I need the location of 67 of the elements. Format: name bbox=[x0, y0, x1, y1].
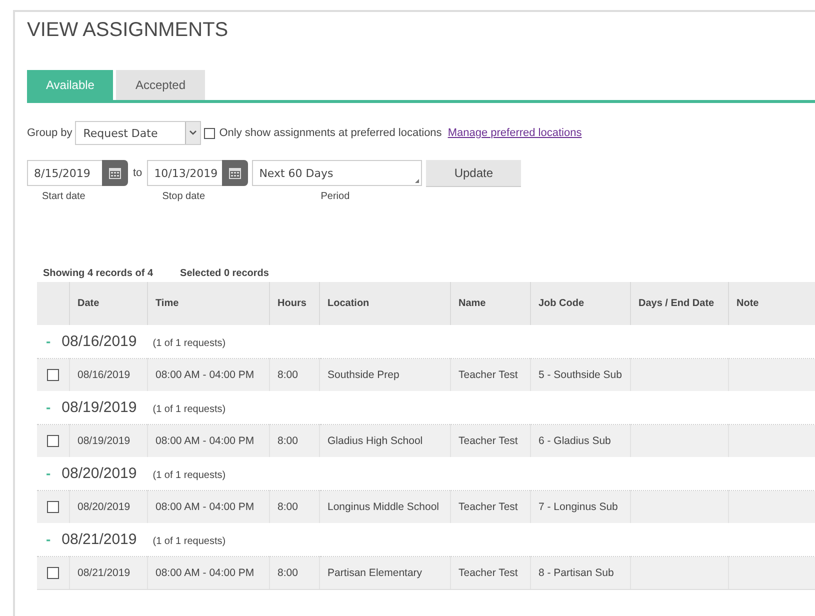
table-cell: 08:00 AM - 04:00 PM bbox=[156, 501, 254, 513]
row-checkbox[interactable] bbox=[46, 369, 59, 382]
field-label: Start date bbox=[41, 191, 86, 202]
period-field[interactable]: Next 60 Days bbox=[252, 160, 422, 186]
column-header[interactable]: Hours bbox=[278, 298, 306, 309]
update-button[interactable]: Update bbox=[426, 160, 522, 187]
table-cell: Teacher Test bbox=[458, 369, 518, 381]
column-header[interactable]: Location bbox=[328, 298, 370, 309]
table-cell: 8 - Partisan Sub bbox=[538, 567, 614, 579]
table-cell: 08/19/2019 bbox=[78, 435, 130, 447]
page-title: VIEW ASSIGNMENTS bbox=[26, 18, 230, 43]
row-checkbox[interactable] bbox=[46, 501, 59, 514]
resize-grip-icon bbox=[415, 179, 420, 183]
table-cell: 08/20/2019 bbox=[78, 501, 130, 513]
group-by-label: Group by bbox=[27, 127, 72, 139]
table-cell: 08:00 AM - 04:00 PM bbox=[156, 369, 254, 381]
manage-locations-link[interactable]: Manage preferred locations bbox=[448, 127, 582, 139]
to-label: to bbox=[133, 166, 142, 181]
table-cell: Gladius High School bbox=[328, 435, 423, 447]
row-checkbox[interactable] bbox=[46, 435, 59, 448]
column-header[interactable]: Date bbox=[78, 298, 100, 309]
table-cell: 8:00 bbox=[278, 369, 298, 381]
group-count: (1 of 1 requests) bbox=[152, 470, 226, 481]
table-cell: 8:00 bbox=[278, 501, 298, 513]
column-header[interactable]: Time bbox=[156, 298, 179, 309]
field-label: Period bbox=[320, 191, 351, 202]
group-by-select[interactable]: Request Date bbox=[75, 121, 202, 145]
table-cell: 7 - Longinus Sub bbox=[538, 501, 618, 513]
table-cell: 8:00 bbox=[278, 567, 298, 579]
table-cell: 08:00 AM - 04:00 PM bbox=[156, 567, 254, 579]
column-header[interactable]: Note bbox=[736, 298, 759, 309]
table-cell: Longinus Middle School bbox=[328, 501, 439, 513]
table-cell: Southside Prep bbox=[328, 369, 400, 381]
table-cell: 8:00 bbox=[278, 435, 298, 447]
start-date-field[interactable]: 8/15/2019 bbox=[27, 160, 102, 186]
table-cell: 6 - Gladius Sub bbox=[538, 435, 611, 447]
column-header[interactable]: Name bbox=[458, 298, 486, 309]
group-count: (1 of 1 requests) bbox=[152, 338, 226, 349]
group-date: 08/20/2019 bbox=[62, 465, 137, 482]
group-date: 08/21/2019 bbox=[62, 531, 137, 548]
stop-date-field[interactable]: 10/13/2019 bbox=[147, 160, 222, 186]
calendar-button[interactable] bbox=[222, 160, 248, 186]
group-date: 08/16/2019 bbox=[62, 333, 137, 350]
table-cell: Teacher Test bbox=[458, 567, 518, 579]
table-cell: 08/21/2019 bbox=[78, 567, 130, 579]
selected-count: Selected 0 records bbox=[180, 268, 269, 281]
table-cell: Partisan Elementary bbox=[328, 567, 422, 579]
preferred-locations-checkbox[interactable] bbox=[204, 128, 216, 138]
table-cell: 5 - Southside Sub bbox=[538, 369, 622, 381]
group-count: (1 of 1 requests) bbox=[152, 404, 226, 415]
column-header[interactable]: Job Code bbox=[538, 298, 584, 309]
column-header[interactable]: Days / End Date bbox=[638, 298, 714, 309]
group-count: (1 of 1 requests) bbox=[152, 536, 226, 547]
group-date: 08/19/2019 bbox=[62, 399, 137, 416]
table-cell: 08/16/2019 bbox=[78, 369, 130, 381]
table-cell: Teacher Test bbox=[458, 501, 518, 513]
calendar-icon bbox=[229, 167, 242, 179]
checkbox-label: Only show assignments at preferred locations bbox=[219, 127, 442, 139]
table-cell: Teacher Test bbox=[458, 435, 518, 447]
field-label: Stop date bbox=[161, 191, 206, 202]
records-count: Showing 4 records of 4 bbox=[43, 268, 154, 281]
tab[interactable]: Accepted bbox=[116, 70, 205, 100]
table-cell: 08:00 AM - 04:00 PM bbox=[156, 435, 254, 447]
calendar-button[interactable] bbox=[102, 160, 128, 186]
calendar-icon bbox=[109, 167, 121, 179]
row-checkbox[interactable] bbox=[46, 567, 59, 580]
chevron-down-icon bbox=[189, 130, 198, 136]
